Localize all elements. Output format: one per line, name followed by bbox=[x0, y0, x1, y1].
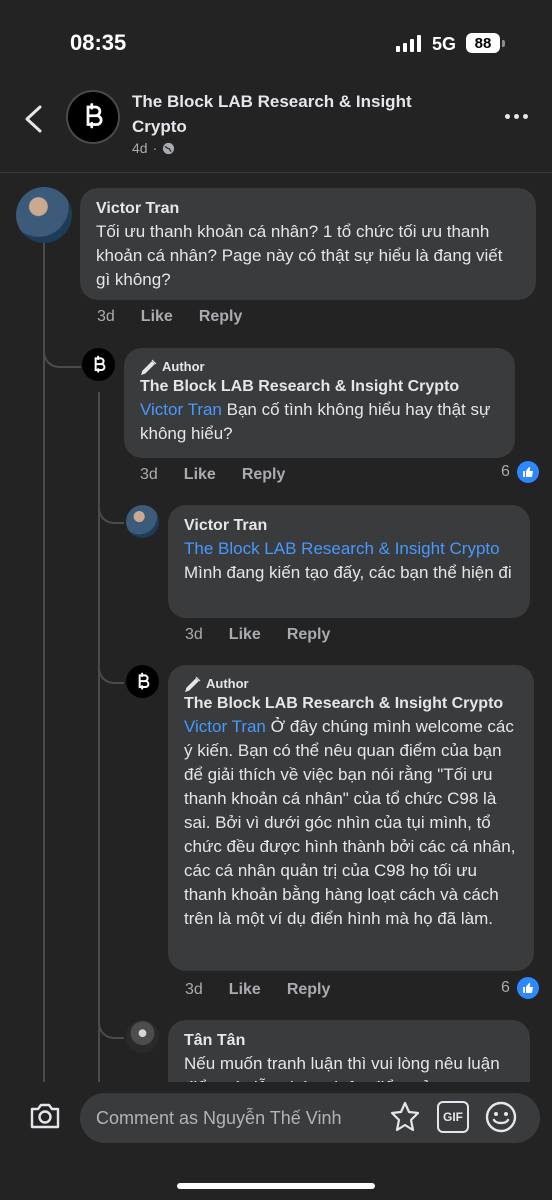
comment-actions: 3d Like Reply bbox=[140, 466, 285, 484]
comment-text: Victor Tran Bạn cố tình không hiểu hay t… bbox=[140, 398, 499, 446]
avatar[interactable] bbox=[126, 1020, 159, 1053]
block-logo-icon bbox=[86, 103, 103, 129]
like-button[interactable]: Like bbox=[229, 626, 261, 644]
like-button[interactable]: Like bbox=[141, 308, 173, 326]
author-badge: Author bbox=[140, 358, 499, 376]
post-age: 4d bbox=[132, 140, 148, 156]
thread-connector bbox=[98, 490, 124, 524]
reaction-number: 6 bbox=[501, 463, 510, 480]
comment-time: 3d bbox=[97, 308, 115, 325]
sticker-icon[interactable] bbox=[388, 1100, 422, 1134]
reaction-count[interactable]: 6 bbox=[501, 461, 539, 483]
comment-actions: 3d Like Reply bbox=[185, 626, 330, 644]
thread-connector bbox=[98, 650, 124, 684]
battery-tip bbox=[502, 40, 505, 47]
comment-author[interactable]: Tân Tân bbox=[184, 1030, 514, 1052]
gif-icon[interactable]: GIF bbox=[437, 1101, 469, 1133]
comment-bubble: Author The Block LAB Research & Insight … bbox=[124, 348, 515, 458]
home-indicator bbox=[177, 1183, 375, 1189]
comment-text: Tối ưu thanh khoản cá nhân? 1 tổ chức tố… bbox=[96, 222, 503, 289]
status-time: 08:35 bbox=[70, 30, 127, 55]
avatar[interactable] bbox=[16, 187, 72, 243]
block-logo-icon bbox=[138, 672, 149, 690]
reply-button[interactable]: Reply bbox=[242, 466, 286, 484]
block-logo-icon bbox=[94, 355, 105, 373]
author-label: Author bbox=[162, 359, 205, 374]
like-button[interactable]: Like bbox=[184, 466, 216, 484]
comment-text: The Block LAB Research & Insight Crypto … bbox=[184, 537, 514, 585]
comment-body: Ở đây chúng mình welcome các ý kiến. Bạn… bbox=[184, 717, 516, 928]
page-title[interactable]: The Block LAB Research & Insight Crypto bbox=[132, 89, 462, 139]
author-label: Author bbox=[206, 676, 249, 691]
mention-link[interactable]: Victor Tran bbox=[184, 717, 266, 736]
thread-connector bbox=[43, 332, 81, 368]
pen-icon bbox=[141, 359, 157, 375]
composer-icons: GIF bbox=[388, 1100, 518, 1134]
signal-icon bbox=[396, 34, 421, 52]
author-badge: Author bbox=[184, 675, 518, 693]
comment-bubble: Victor Tran Tối ưu thanh khoản cá nhân? … bbox=[80, 188, 536, 300]
battery-icon: 88 bbox=[466, 33, 500, 53]
comment-time: 3d bbox=[185, 626, 203, 643]
like-icon bbox=[516, 977, 539, 999]
reaction-count[interactable]: 6 bbox=[501, 977, 539, 999]
comment-author[interactable]: Victor Tran bbox=[184, 515, 514, 537]
avatar[interactable] bbox=[82, 348, 115, 381]
globe-icon bbox=[163, 142, 175, 154]
more-icon[interactable] bbox=[505, 114, 528, 119]
emoji-icon[interactable] bbox=[484, 1100, 518, 1134]
header-divider bbox=[0, 172, 552, 173]
comment-bubble: Victor Tran The Block LAB Research & Ins… bbox=[168, 505, 530, 618]
comment-actions: 3d Like Reply bbox=[97, 308, 242, 326]
back-arrow-icon[interactable] bbox=[22, 104, 46, 134]
comment-author[interactable]: Victor Tran bbox=[96, 198, 520, 220]
thread-line bbox=[43, 243, 45, 1083]
like-icon bbox=[516, 461, 539, 483]
reply-button[interactable]: Reply bbox=[199, 308, 243, 326]
reply-button[interactable]: Reply bbox=[287, 981, 331, 999]
mention-link[interactable]: Victor Tran bbox=[140, 400, 222, 419]
thread-connector bbox=[98, 1005, 124, 1039]
comment-actions: 3d Like Reply bbox=[185, 981, 330, 999]
like-button[interactable]: Like bbox=[229, 981, 261, 999]
network-label: 5G bbox=[432, 34, 457, 54]
comment-author[interactable]: The Block LAB Research & Insight Crypto bbox=[184, 693, 518, 715]
reply-button[interactable]: Reply bbox=[287, 626, 331, 644]
comment-bubble: Author The Block LAB Research & Insight … bbox=[168, 665, 534, 971]
comment-time: 3d bbox=[185, 981, 203, 998]
comment-author[interactable]: The Block LAB Research & Insight Crypto bbox=[140, 376, 499, 398]
avatar[interactable] bbox=[126, 505, 159, 538]
gif-label: GIF bbox=[443, 1110, 463, 1124]
camera-icon[interactable] bbox=[28, 1101, 62, 1131]
mention-link[interactable]: The Block LAB Research & Insight Crypto bbox=[184, 539, 500, 558]
comment-text: Victor Tran Ở đây chúng mình welcome các… bbox=[184, 715, 518, 931]
reaction-number: 6 bbox=[501, 979, 510, 996]
comment-body: Mình đang kiến tạo đấy, các bạn thể hiện… bbox=[184, 563, 512, 582]
post-meta: 4d · bbox=[132, 140, 175, 156]
page-avatar[interactable] bbox=[66, 90, 120, 144]
pen-icon bbox=[185, 676, 201, 692]
comment-time: 3d bbox=[140, 466, 158, 483]
avatar[interactable] bbox=[126, 665, 159, 698]
